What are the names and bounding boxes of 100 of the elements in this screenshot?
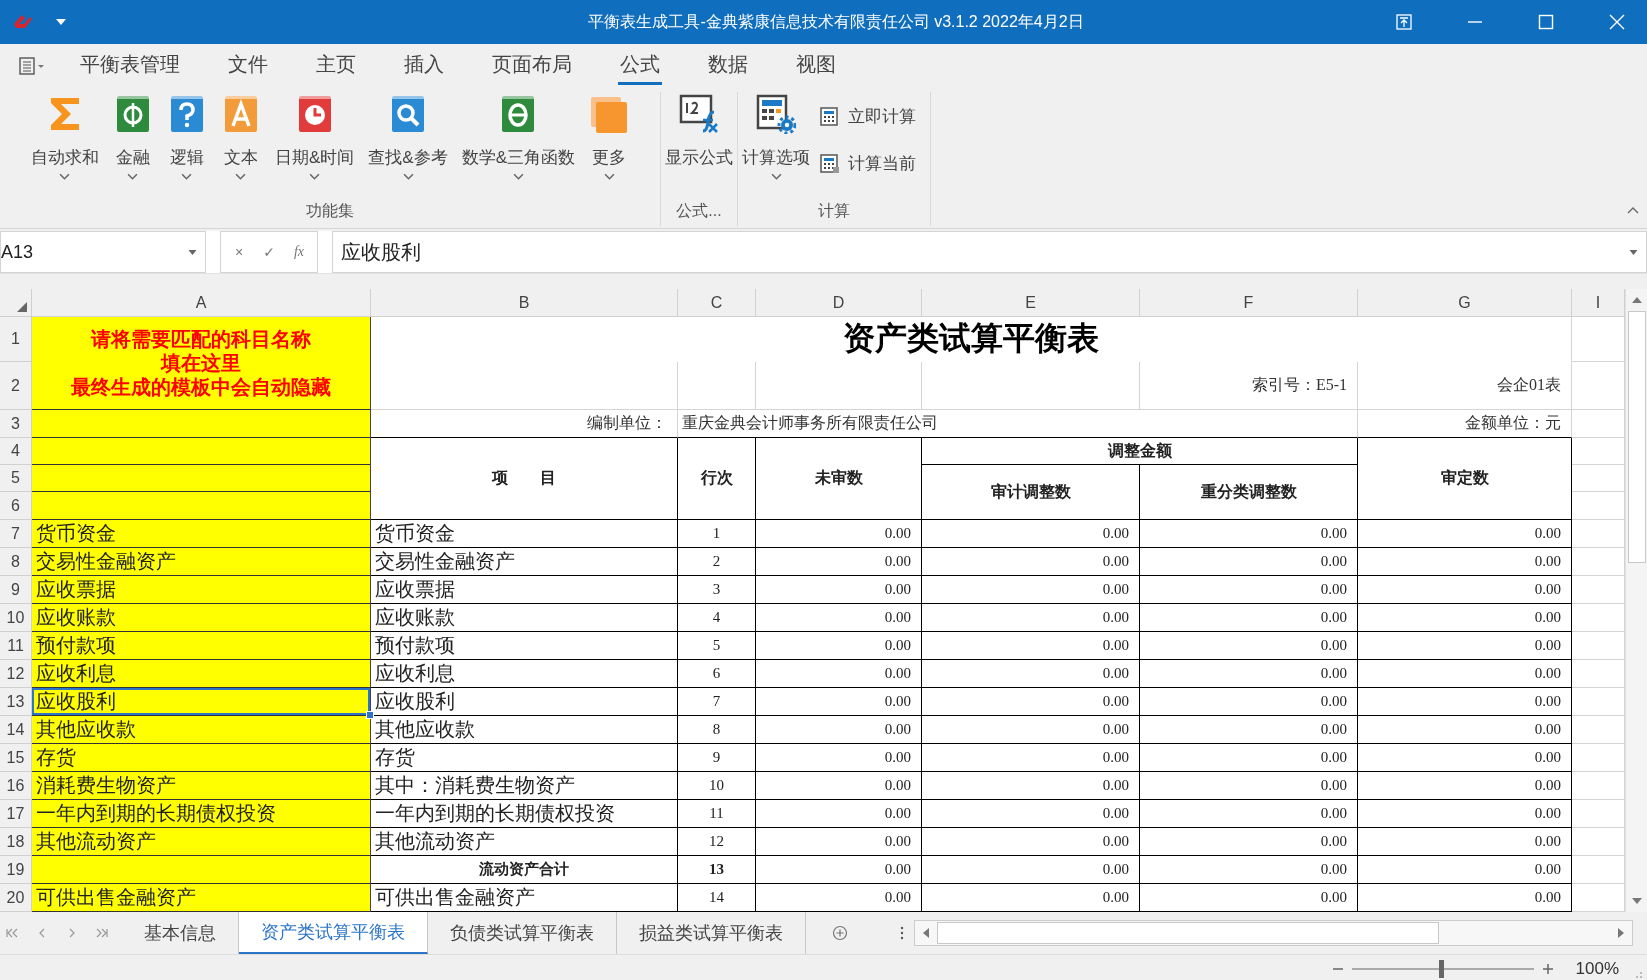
row-header[interactable]: 19	[0, 856, 32, 884]
table-cell[interactable]: 交易性金融资产	[32, 548, 371, 576]
ribbon-button[interactable]: 日期&时间	[271, 92, 359, 201]
row-header[interactable]: 13	[0, 688, 32, 716]
ribbon-button[interactable]: 显示公式	[661, 92, 737, 201]
table-cell[interactable]: 应收股利	[32, 688, 371, 716]
row-header[interactable]: 2	[0, 362, 32, 410]
scroll-left-icon[interactable]	[923, 928, 929, 938]
row-header[interactable]: 7	[0, 520, 32, 548]
caret-icon[interactable]	[56, 19, 66, 25]
scroll-up-icon[interactable]	[1631, 297, 1642, 303]
zoom-slider[interactable]	[1351, 960, 1534, 978]
ribbon-button[interactable]: 逻辑	[163, 92, 211, 201]
ribbon-button[interactable]: 计算当前	[814, 151, 922, 176]
row-header[interactable]: 16	[0, 772, 32, 800]
restore-ribbon-icon[interactable]	[1396, 14, 1412, 30]
sheet-tab[interactable]: 负债类试算平衡表	[428, 912, 617, 954]
column-header[interactable]: E	[922, 289, 1140, 317]
select-all-icon[interactable]	[17, 302, 27, 312]
ribbon-button[interactable]: 更多	[585, 92, 633, 201]
scroll-right-icon[interactable]	[1618, 928, 1624, 938]
column-header[interactable]: F	[1140, 289, 1358, 317]
table-cell[interactable]: 应收账款	[32, 604, 371, 632]
table-cell[interactable]: 可供出售金融资产	[32, 884, 371, 912]
table-cell: 预付款项	[371, 632, 678, 660]
formula-input[interactable]: 应收股利	[332, 231, 1647, 273]
scroll-down-icon[interactable]	[1631, 898, 1642, 904]
ribbon-button[interactable]: 计算选项	[738, 92, 814, 201]
table-cell[interactable]: 应收利息	[32, 660, 371, 688]
table-cell[interactable]: 预付款项	[32, 632, 371, 660]
row-header[interactable]: 6	[0, 492, 32, 520]
ribbon-button[interactable]: 立即计算	[814, 104, 922, 129]
name-box[interactable]: A13	[0, 231, 206, 273]
vertical-scrollbar[interactable]	[1625, 289, 1647, 912]
table-cell[interactable]	[32, 856, 371, 884]
table-cell: 0.00	[1358, 772, 1572, 800]
zoom-in-icon[interactable]	[1541, 963, 1554, 975]
ribbon-button[interactable]: 文本	[217, 92, 265, 201]
sheet-tab[interactable]: 损益类试算平衡表	[617, 912, 806, 954]
row-header[interactable]: 8	[0, 548, 32, 576]
maximize-icon[interactable]	[1538, 14, 1554, 30]
close-icon[interactable]	[1609, 14, 1625, 30]
column-header[interactable]: D	[756, 289, 922, 317]
table-cell[interactable]: 货币资金	[32, 520, 371, 548]
horizontal-scrollbar[interactable]	[914, 920, 1633, 946]
row-header[interactable]: 1	[0, 317, 32, 362]
ribbon-tab[interactable]: 数据	[706, 47, 750, 85]
row-header[interactable]: 11	[0, 632, 32, 660]
sheet-tab[interactable]: 资产类试算平衡表	[239, 912, 428, 954]
row-header[interactable]: 5	[0, 465, 32, 492]
add-sheet-icon[interactable]	[832, 925, 848, 941]
collapse-ribbon-icon[interactable]	[1627, 206, 1639, 214]
row-header[interactable]: 18	[0, 828, 32, 856]
column-header[interactable]: B	[371, 289, 678, 317]
row-header[interactable]: 3	[0, 410, 32, 438]
row-header[interactable]: 9	[0, 576, 32, 604]
ribbon-tab[interactable]: 文件	[226, 47, 270, 85]
column-header[interactable]: C	[678, 289, 756, 317]
row-header[interactable]: 4	[0, 438, 32, 465]
table-cell[interactable]: 一年内到期的长期债权投资	[32, 800, 371, 828]
insert-function-button[interactable]: fx	[287, 244, 311, 260]
column-header[interactable]: G	[1358, 289, 1572, 317]
table-cell[interactable]: 消耗费生物资产	[32, 772, 371, 800]
ribbon-button[interactable]: 自动求和	[27, 92, 103, 201]
row-header[interactable]: 10	[0, 604, 32, 632]
caret-icon[interactable]	[1629, 249, 1638, 255]
resize-grip-icon[interactable]	[1633, 969, 1643, 979]
table-cell[interactable]: 其他流动资产	[32, 828, 371, 856]
column-header[interactable]: A	[32, 289, 371, 317]
chevron-down-icon	[59, 173, 71, 180]
ribbon-tab[interactable]: 公式	[618, 47, 662, 85]
caret-icon[interactable]	[188, 249, 197, 255]
ribbon-tab[interactable]: 插入	[402, 47, 446, 85]
table-cell[interactable]	[32, 410, 371, 438]
ribbon-tab[interactable]: 页面布局	[490, 47, 574, 85]
ribbon-button[interactable]: 查找&参考	[364, 92, 452, 201]
table-cell[interactable]: 应收票据	[32, 576, 371, 604]
ribbon-button[interactable]: 金融	[109, 92, 157, 201]
ribbon-button[interactable]: 数学&三角函数	[457, 92, 579, 201]
splitter-icon[interactable]	[900, 926, 904, 940]
enter-button[interactable]: ✓	[257, 244, 281, 260]
table-cell[interactable]	[32, 492, 371, 520]
ribbon-tab[interactable]: 平衡表管理	[78, 47, 182, 85]
row-header[interactable]: 15	[0, 744, 32, 772]
last-sheet-icon[interactable]	[96, 928, 108, 938]
table-cell[interactable]	[32, 438, 371, 465]
column-header[interactable]: I	[1572, 289, 1625, 317]
row-header[interactable]: 17	[0, 800, 32, 828]
first-sheet-icon[interactable]	[6, 928, 18, 938]
row-header[interactable]: 20	[0, 884, 32, 912]
fill-handle[interactable]	[366, 711, 374, 719]
ribbon-tab[interactable]: 主页	[314, 47, 358, 85]
table-cell[interactable]: 其他应收款	[32, 716, 371, 744]
table-cell[interactable]: 存货	[32, 744, 371, 772]
table-cell: 0.00	[922, 772, 1140, 800]
row-header[interactable]: 12	[0, 660, 32, 688]
ribbon-tab[interactable]: 视图	[794, 47, 838, 85]
row-header[interactable]: 14	[0, 716, 32, 744]
table-cell[interactable]	[32, 465, 371, 492]
cancel-button[interactable]: ×	[227, 244, 251, 260]
